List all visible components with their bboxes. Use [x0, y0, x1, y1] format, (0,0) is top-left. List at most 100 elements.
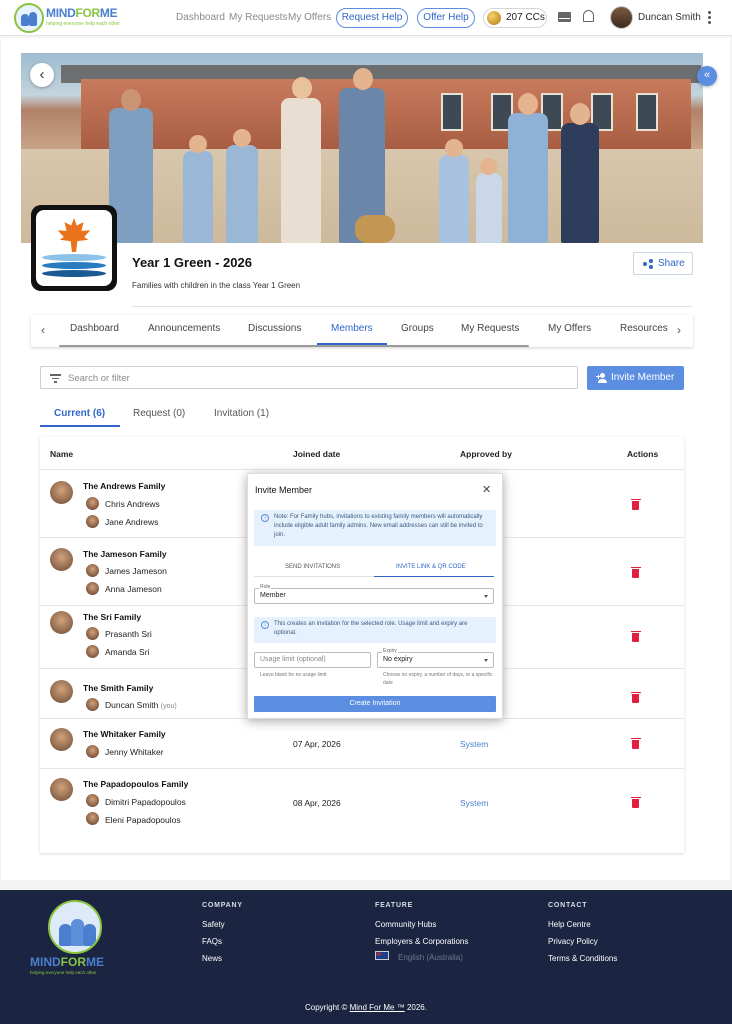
cc-balance-label: 207 CCs [506, 12, 545, 23]
chevron-left-icon[interactable]: ‹ [41, 323, 45, 337]
footer-link-faqs[interactable]: FAQs [202, 937, 222, 946]
subtab-invitation[interactable]: Invitation (1) [214, 408, 269, 419]
trash-icon[interactable] [630, 796, 641, 808]
copyright: Copyright © Mind For Me ™ 2026. [305, 1003, 427, 1012]
trash-icon[interactable] [630, 498, 641, 510]
request-help-button[interactable]: Request Help [336, 8, 408, 28]
user-name[interactable]: Duncan Smith [638, 12, 701, 23]
trash-icon[interactable] [630, 737, 641, 749]
share-button[interactable]: Share [633, 252, 693, 275]
footer-link-help-centre[interactable]: Help Centre [548, 920, 591, 929]
tab-groups[interactable]: Groups [401, 323, 434, 334]
footer-logo[interactable]: MINDFORME helping everyone help each oth… [30, 900, 122, 975]
nav-my-requests[interactable]: My Requests [229, 12, 287, 23]
tab-dashboard[interactable]: Dashboard [70, 323, 119, 334]
approved-by-link[interactable]: System [460, 739, 488, 749]
subtab-current[interactable]: Current (6) [54, 408, 105, 419]
family-name[interactable]: The Whitaker Family [83, 729, 166, 739]
search-input[interactable]: Search or filter [40, 366, 578, 389]
create-invitation-button[interactable]: Create Invitation [254, 696, 496, 712]
column-header-actions: Actions [627, 449, 659, 459]
offer-help-button[interactable]: Offer Help [417, 8, 475, 28]
family-name[interactable]: The Andrews Family [83, 481, 165, 491]
member-name[interactable]: Jenny Whitaker [105, 747, 164, 757]
hub-banner-image [21, 53, 703, 243]
column-header-name[interactable]: Name [50, 449, 73, 459]
collapse-icon[interactable]: « [697, 66, 717, 86]
family-name[interactable]: The Papadopoulos Family [83, 779, 188, 789]
member-avatar [86, 497, 99, 510]
invite-member-button[interactable]: Invite Member [587, 366, 684, 390]
back-arrow-icon[interactable]: ‹ [30, 63, 54, 87]
member-name[interactable]: Eleni Papadopoulos [105, 815, 181, 825]
footer-link-employers[interactable]: Employers & Corporations [375, 937, 468, 946]
member-avatar [86, 582, 99, 595]
tab-resources[interactable]: Resources [620, 323, 668, 334]
language-selector[interactable]: English (Australia) [398, 953, 463, 962]
member-avatar [86, 564, 99, 577]
member-name[interactable]: Chris Andrews [105, 499, 160, 509]
footer-heading-feature: FEATURE [375, 902, 414, 909]
tab-my-offers[interactable]: My Offers [548, 323, 591, 334]
expiry-select[interactable]: Expiry No expiry [377, 648, 494, 668]
member-name[interactable]: Anna Jameson [105, 584, 162, 594]
tab-members[interactable]: Members [331, 323, 373, 334]
footer-link-privacy[interactable]: Privacy Policy [548, 937, 598, 946]
family-name[interactable]: The Sri Family [83, 612, 141, 622]
info-icon: i [261, 621, 269, 629]
family-name[interactable]: The Smith Family [83, 683, 153, 693]
member-name[interactable]: Amanda Sri [105, 647, 149, 657]
close-icon[interactable]: ✕ [482, 483, 491, 496]
cc-balance[interactable]: 207 CCs [483, 8, 547, 28]
column-header-approved[interactable]: Approved by [460, 449, 512, 459]
footer-link-terms[interactable]: Terms & Conditions [548, 954, 617, 963]
role-select[interactable]: Role Member [254, 584, 494, 604]
member-name[interactable]: Jane Andrews [105, 517, 158, 527]
person-add-icon [596, 373, 608, 383]
member-name[interactable]: James Jameson [105, 566, 167, 576]
hub-logo [31, 205, 117, 291]
subtab-request[interactable]: Request (0) [133, 408, 185, 419]
family-avatar [50, 548, 73, 571]
kebab-icon[interactable] [708, 11, 711, 24]
tab-send-invitations[interactable]: SEND INVITATIONS [285, 564, 340, 570]
member-avatar [86, 515, 99, 528]
chevron-right-icon[interactable]: › [677, 323, 681, 337]
nav-dashboard[interactable]: Dashboard [176, 12, 225, 23]
member-name[interactable]: Prasanth Sri [105, 629, 152, 639]
trash-icon[interactable] [630, 630, 641, 642]
hub-description: Families with children in the class Year… [132, 281, 301, 290]
copyright-link[interactable]: Mind For Me ™ [350, 1003, 405, 1012]
footer-heading-company: COMPANY [202, 902, 243, 909]
invitation-info: i This creates an invitation for the sel… [254, 617, 496, 643]
member-avatar [86, 698, 99, 711]
member-avatar [86, 794, 99, 807]
member-name[interactable]: Dimitri Papadopoulos [105, 797, 186, 807]
usage-limit-input[interactable]: Usage limit (optional) [254, 652, 371, 668]
nav-my-offers[interactable]: My Offers [288, 12, 331, 23]
bell-icon[interactable] [583, 10, 594, 22]
tab-scrollbar[interactable] [59, 345, 529, 347]
expiry-hint: Choose no expiry, a number of days, or a… [383, 672, 493, 686]
brand-wordmark: MINDFORME [46, 6, 118, 20]
mail-icon[interactable] [558, 12, 571, 22]
family-avatar [50, 778, 73, 801]
footer-link-news[interactable]: News [202, 954, 222, 963]
column-header-joined[interactable]: Joined date [293, 449, 340, 459]
footer-link-safety[interactable]: Safety [202, 920, 225, 929]
tab-invite-link[interactable]: INVITE LINK & QR CODE [396, 564, 466, 570]
family-name[interactable]: The Jameson Family [83, 549, 167, 559]
trash-icon[interactable] [630, 691, 641, 703]
brand-logo[interactable]: MINDFORME helping everyone help each oth… [14, 3, 124, 33]
avatar[interactable] [610, 6, 633, 29]
joined-date: 08 Apr, 2026 [293, 798, 341, 808]
tab-announcements[interactable]: Announcements [148, 323, 220, 334]
usage-hint: Leave blank for no usage limit [260, 672, 327, 678]
tab-discussions[interactable]: Discussions [248, 323, 301, 334]
footer-link-community-hubs[interactable]: Community Hubs [375, 920, 436, 929]
trash-icon[interactable] [630, 566, 641, 578]
brand-logo-mark [14, 3, 44, 33]
approved-by-link[interactable]: System [460, 798, 488, 808]
member-name[interactable]: Duncan Smith (you) [105, 700, 177, 710]
tab-my-requests[interactable]: My Requests [461, 323, 519, 334]
